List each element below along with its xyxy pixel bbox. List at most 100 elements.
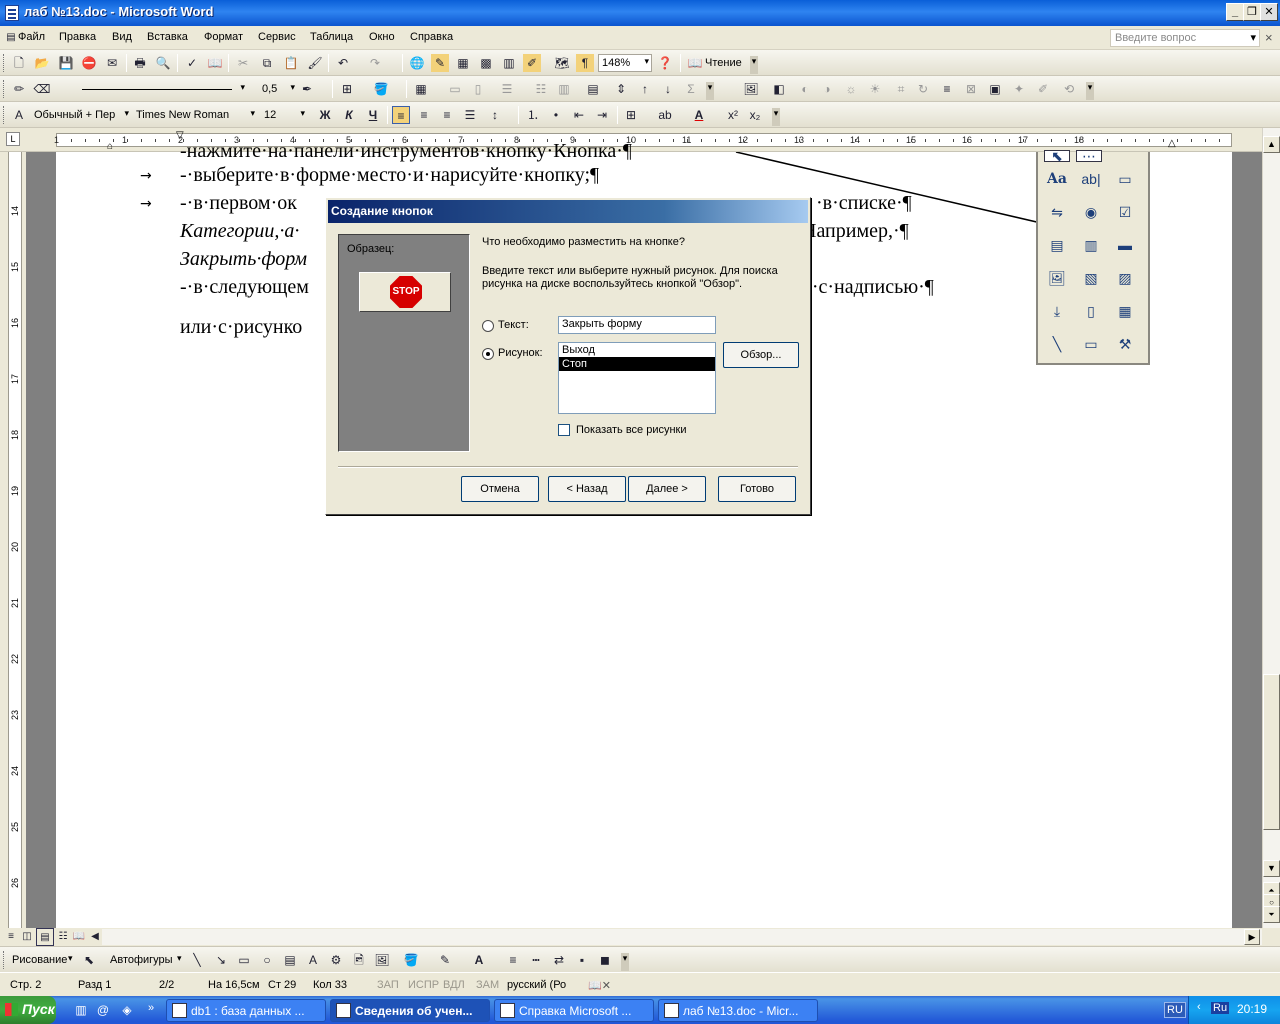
status-extend[interactable]: ВДЛ bbox=[443, 979, 465, 991]
read-icon[interactable]: 📖 bbox=[686, 54, 704, 72]
align-left-icon[interactable]: ≡ bbox=[392, 106, 410, 124]
set-transparent-icon[interactable]: ✐ bbox=[1034, 80, 1052, 98]
crop-icon[interactable]: ⌗ bbox=[892, 80, 910, 98]
eraser-icon[interactable]: ⌫ bbox=[33, 80, 51, 98]
page-break-icon[interactable]: ⤓ bbox=[1044, 298, 1070, 324]
toolbar-grip[interactable] bbox=[3, 106, 6, 124]
paste-icon[interactable]: 📋 bbox=[282, 54, 300, 72]
text-option-radio[interactable] bbox=[482, 320, 494, 332]
tables-borders-icon[interactable]: ✎ bbox=[431, 54, 449, 72]
chevron-down-icon[interactable]: ▾ bbox=[177, 953, 182, 964]
next-button[interactable]: Далее > bbox=[628, 476, 706, 502]
tab-selector[interactable]: L bbox=[6, 132, 20, 146]
reset-picture-icon[interactable]: ⟲ bbox=[1060, 80, 1078, 98]
hyperlink-icon[interactable]: 🌐 bbox=[408, 54, 426, 72]
styles-formatting-icon[interactable]: A bbox=[10, 106, 28, 124]
show-all-checkbox[interactable] bbox=[558, 424, 570, 436]
toolbar-options-icon[interactable]: ▾ bbox=[750, 56, 758, 74]
help-icon[interactable]: ❓ bbox=[656, 54, 674, 72]
read-button-label[interactable]: Чтение bbox=[705, 57, 742, 69]
tray-expand-icon[interactable]: ‹ bbox=[1197, 1001, 1201, 1013]
autoshapes-menu[interactable]: Автофигуры bbox=[110, 954, 173, 966]
dash-style-icon[interactable]: ┅ bbox=[527, 951, 545, 969]
scroll-thumb[interactable] bbox=[1263, 674, 1280, 830]
task-student-info[interactable]: Сведения об учен... bbox=[330, 999, 490, 1022]
minimize-button[interactable]: _ bbox=[1226, 3, 1244, 21]
show-all-label[interactable]: Показать все рисунки bbox=[576, 424, 687, 436]
menu-insert[interactable]: Вставка bbox=[147, 31, 188, 43]
text-wrap-icon[interactable]: ▣ bbox=[986, 80, 1004, 98]
menu-format[interactable]: Формат bbox=[204, 31, 243, 43]
quicklaunch-mail-icon[interactable]: @ bbox=[94, 1001, 112, 1019]
underline-button[interactable]: Ч bbox=[364, 106, 382, 124]
vruler-strip[interactable]: 14 15 16 17 18 19 20 21 22 23 24 25 26 bbox=[8, 152, 22, 928]
new-icon[interactable]: 🗋 bbox=[10, 54, 28, 72]
bound-object-icon[interactable]: ▨ bbox=[1112, 265, 1138, 291]
quicklaunch-media-icon[interactable]: ◈ bbox=[118, 1001, 136, 1019]
clipart-icon[interactable]: 🖻 bbox=[350, 951, 368, 969]
print-icon[interactable]: 🖶 bbox=[131, 54, 149, 72]
finish-button[interactable]: Готово bbox=[718, 476, 796, 502]
line-icon[interactable]: ╲ bbox=[188, 951, 206, 969]
more-controls-icon[interactable]: ⚒ bbox=[1112, 331, 1138, 357]
menu-view[interactable]: Вид bbox=[112, 31, 132, 43]
shadow-icon[interactable]: ▪ bbox=[573, 951, 591, 969]
rectangle-icon[interactable]: ▭ bbox=[235, 951, 253, 969]
diagram-icon[interactable]: ⚙ bbox=[327, 951, 345, 969]
menu-window[interactable]: Окно bbox=[369, 31, 395, 43]
tab-control-icon[interactable]: ▯ bbox=[1078, 298, 1104, 324]
horizontal-scrollbar[interactable]: ▶ bbox=[102, 929, 1262, 945]
increase-indent-icon[interactable]: ⇥ bbox=[593, 106, 611, 124]
select-objects-icon[interactable]: ⬉ bbox=[1044, 149, 1070, 163]
arrow-style-icon[interactable]: ⇄ bbox=[550, 951, 568, 969]
insert-table-icon[interactable]: ▦ bbox=[454, 54, 472, 72]
option-button-icon[interactable]: ◉ bbox=[1078, 199, 1104, 225]
cut-icon[interactable]: ✂ bbox=[234, 54, 252, 72]
quicklaunch-more-icon[interactable]: » bbox=[142, 999, 160, 1017]
list-item[interactable]: Выход bbox=[559, 343, 715, 357]
text-option-label[interactable]: Текст: bbox=[498, 319, 529, 331]
document-map-icon[interactable]: 🗺 bbox=[553, 54, 571, 72]
chevron-down-icon[interactable]: ▾ bbox=[68, 953, 73, 964]
draw-menu[interactable]: Рисование bbox=[12, 954, 67, 966]
keyboard-layout-indicator[interactable]: Ru bbox=[1211, 1002, 1230, 1014]
checkbox-tool-icon[interactable]: ☑ bbox=[1112, 199, 1138, 225]
unbound-object-icon[interactable]: ▧ bbox=[1078, 265, 1104, 291]
3d-icon[interactable]: ◼ bbox=[596, 951, 614, 969]
menu-table[interactable]: Таблица bbox=[310, 31, 353, 43]
chevron-down-icon[interactable]: ▾ bbox=[1250, 31, 1256, 44]
sort-ascending-icon[interactable]: ↑ bbox=[636, 80, 654, 98]
image-control-icon[interactable]: ◧ bbox=[770, 80, 788, 98]
browse-button[interactable]: Обзор... bbox=[723, 342, 799, 368]
combo-box-icon[interactable]: ▤ bbox=[1044, 232, 1070, 258]
numbering-icon[interactable]: ⒈ bbox=[524, 106, 542, 124]
redo-icon[interactable]: ↷ bbox=[366, 54, 384, 72]
toolbar-options-icon[interactable]: ▾ bbox=[621, 953, 629, 971]
document-close-icon[interactable]: × bbox=[1265, 30, 1273, 45]
textbox-tool-icon[interactable]: ab| bbox=[1078, 166, 1104, 192]
fill-color-icon[interactable]: 🪣 bbox=[402, 951, 420, 969]
toolbar-options-icon[interactable]: ▾ bbox=[706, 82, 714, 100]
align-right-icon[interactable]: ≡ bbox=[438, 106, 456, 124]
task-help[interactable]: Справка Microsoft ... bbox=[494, 999, 654, 1022]
status-overtype[interactable]: ЗАМ bbox=[476, 979, 499, 991]
picture-listbox[interactable]: Выход Стоп bbox=[558, 342, 716, 414]
rectangle-tool-icon[interactable]: ▭ bbox=[1078, 331, 1104, 357]
select-objects-icon[interactable]: ⬉ bbox=[80, 951, 98, 969]
menu-help[interactable]: Справка bbox=[410, 31, 453, 43]
outside-border-icon[interactable]: ⊞ bbox=[622, 106, 640, 124]
italic-button[interactable]: К bbox=[340, 106, 358, 124]
border-color-icon[interactable]: ✒ bbox=[298, 80, 316, 98]
picture-option-label[interactable]: Рисунок: bbox=[498, 347, 543, 359]
web-view-icon[interactable]: ◫ bbox=[18, 928, 36, 946]
split-cells-icon[interactable]: ▯ bbox=[469, 80, 487, 98]
word-doc-icon[interactable] bbox=[5, 5, 19, 21]
font-size-select[interactable]: 12 ▾ bbox=[260, 106, 308, 124]
menu-edit[interactable]: Правка bbox=[59, 31, 96, 43]
command-button-icon[interactable]: ▬ bbox=[1112, 232, 1138, 258]
left-indent-marker[interactable]: ⌂ bbox=[107, 141, 113, 152]
toolbar-options-icon[interactable]: ▾ bbox=[772, 108, 780, 126]
font-color-icon[interactable]: A bbox=[690, 106, 708, 124]
email-icon[interactable]: ✉ bbox=[103, 54, 121, 72]
toolbar-grip[interactable] bbox=[3, 54, 6, 72]
